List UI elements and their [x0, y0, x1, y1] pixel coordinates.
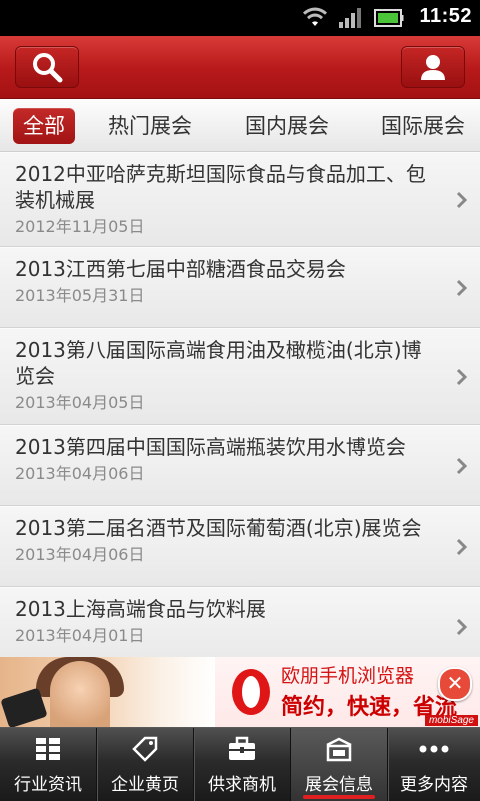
- list-item[interactable]: 2013第八届国际高端食用油及橄榄油(北京)博览会 2013年04月05日: [0, 328, 480, 425]
- user-button[interactable]: [401, 46, 465, 88]
- list-item[interactable]: 2013第二届名酒节及国际葡萄酒(北京)展览会 2013年04月06日: [0, 506, 480, 587]
- item-title: 2013第八届国际高端食用油及橄榄油(北京)博览会: [15, 338, 422, 388]
- signal-icon: [339, 8, 361, 28]
- chevron-right-icon: [456, 191, 468, 208]
- search-icon: [33, 53, 63, 83]
- chevron-right-icon: [456, 457, 468, 474]
- briefcase-icon: [229, 736, 255, 760]
- list-item[interactable]: 2012中亚哈萨克斯坦国际食品与食品加工、包装机械展 2012年11月05日: [0, 152, 480, 247]
- list-item[interactable]: 2013江西第七届中部糖酒食品交易会 2013年05月31日: [0, 247, 480, 328]
- ad-close-button[interactable]: ✕: [438, 667, 472, 701]
- nav-label: 供求商机: [208, 775, 276, 795]
- chevron-right-icon: [456, 618, 468, 636]
- item-title: 2013上海高端食品与饮料展: [15, 597, 266, 621]
- item-title: 2013第四届中国国际高端瓶装饮用水博览会: [15, 435, 406, 459]
- nav-label: 展会信息: [305, 775, 373, 795]
- chevron-right-icon: [456, 368, 468, 385]
- ad-photo: [0, 657, 215, 727]
- tab-international-exhibitions[interactable]: 国际展会: [381, 108, 465, 144]
- tab-domestic-exhibitions[interactable]: 国内展会: [245, 108, 329, 144]
- chevron-right-icon: [456, 279, 468, 296]
- ad-title: 欧朋手机浏览器: [281, 665, 415, 687]
- item-date: 2013年04月06日: [15, 464, 145, 483]
- exhibition-list: 2012中亚哈萨克斯坦国际食品与食品加工、包装机械展 2012年11月05日 2…: [0, 152, 480, 657]
- chevron-right-icon: [456, 538, 468, 555]
- more-icon: [419, 745, 449, 753]
- tag-icon: [132, 736, 158, 762]
- grid-icon: [36, 738, 60, 760]
- list-item[interactable]: 2013第四届中国国际高端瓶装饮用水博览会 2013年04月06日: [0, 425, 480, 506]
- nav-exhibition-info[interactable]: 展会信息: [291, 728, 388, 801]
- active-indicator: [303, 795, 375, 799]
- nav-label: 更多内容: [400, 775, 468, 795]
- exhibition-icon: [326, 737, 352, 762]
- item-date: 2013年04月01日: [15, 626, 145, 645]
- wifi-icon: [303, 7, 327, 26]
- ad-banner[interactable]: 欧朋手机浏览器 简约，快速，省流量! ✕ mobiSage: [0, 657, 480, 727]
- nav-label: 行业资讯: [14, 775, 82, 795]
- tab-all[interactable]: 全部: [13, 108, 75, 144]
- item-title: 2013第二届名酒节及国际葡萄酒(北京)展览会: [15, 516, 422, 540]
- nav-company-directory[interactable]: 企业黄页: [97, 728, 194, 801]
- item-title: 2012中亚哈萨克斯坦国际食品与食品加工、包装机械展: [15, 162, 426, 212]
- status-bar: 11:52: [0, 0, 480, 36]
- user-icon: [421, 55, 445, 80]
- nav-more-content[interactable]: 更多内容: [388, 728, 480, 801]
- nav-industry-news[interactable]: 行业资讯: [0, 728, 97, 801]
- item-title: 2013江西第七届中部糖酒食品交易会: [15, 257, 346, 281]
- bottom-navigation: 行业资讯 企业黄页 供求商机 展会信息 更多内容: [0, 727, 480, 801]
- tab-popular-exhibitions[interactable]: 热门展会: [108, 108, 192, 144]
- search-button[interactable]: [15, 46, 79, 88]
- opera-logo-icon: [232, 669, 270, 715]
- category-tabs: 全部 热门展会 国内展会 国际展会: [0, 99, 480, 152]
- battery-icon: [374, 9, 404, 27]
- app-header: [0, 36, 480, 99]
- item-date: 2013年04月06日: [15, 545, 145, 564]
- item-date: 2012年11月05日: [15, 217, 145, 236]
- clock-time: 11:52: [419, 5, 472, 27]
- nav-supply-demand[interactable]: 供求商机: [194, 728, 291, 801]
- ad-network-badge: mobiSage: [424, 715, 478, 726]
- nav-label: 企业黄页: [111, 775, 179, 795]
- item-date: 2013年04月05日: [15, 393, 145, 412]
- item-date: 2013年05月31日: [15, 286, 145, 305]
- list-item[interactable]: 2013上海高端食品与饮料展 2013年04月01日: [0, 587, 480, 657]
